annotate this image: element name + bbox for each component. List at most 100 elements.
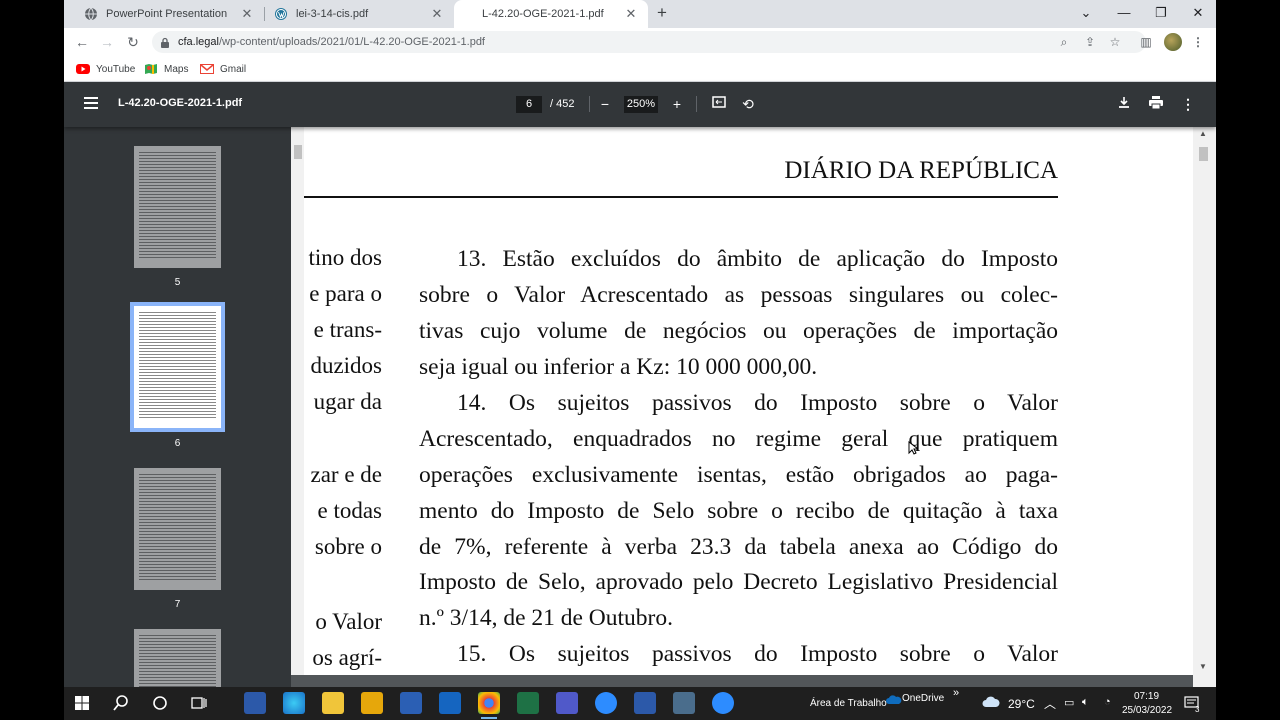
thumbnail-page[interactable] [134,146,221,268]
vertical-scrollbar[interactable]: ▲ ▼ [1193,127,1216,687]
close-tab-icon[interactable]: ✕ [430,7,444,21]
side-panel-icon[interactable]: ▥ [1138,34,1154,50]
thumbnail-page[interactable] [134,629,221,687]
left-column-line: e trans- [313,317,382,342]
tab-lei-pdf[interactable]: lei-3-14-cis.pdf ✕ [260,0,454,28]
vertical-scroll-thumb[interactable] [1199,147,1208,161]
app-v10-icon[interactable] [244,692,266,714]
pdf-toolbar: L-42.20-OGE-2021-1.pdf 6 / 452 − 250% + … [64,82,1216,127]
bookmark-maps[interactable]: Maps [144,61,188,77]
header-rule [304,196,1058,198]
toolbar-divider [696,96,697,112]
weather-cloud-icon[interactable] [982,695,1000,709]
forward-icon[interactable]: → [97,32,117,52]
address-host: cfa.legal [178,36,219,48]
minimize-button[interactable]: — [1106,0,1142,28]
lock-icon [161,37,169,48]
store-icon[interactable] [361,692,383,714]
page-number-input[interactable]: 6 [516,96,542,113]
onedrive-label: OneDrive [902,693,945,704]
thumbnail-page-selected[interactable] [130,302,225,432]
onedrive-icon[interactable] [886,695,902,705]
close-tab-icon[interactable]: ✕ [240,7,254,21]
bookmark-star-icon[interactable]: ☆ [1107,34,1123,50]
zoom-meeting-icon[interactable] [712,692,734,714]
thumbnail-label: 5 [174,277,181,288]
left-column-line: e para o [309,281,382,306]
bookmark-label: Gmail [220,63,247,75]
close-window-button[interactable]: ✕ [1180,0,1216,28]
paragraph-line: 14. Os sujeitos passivos do Imposto sobr… [457,390,1058,416]
paragraph-line: Acrescentado, enquadrados no regime gera… [419,426,1058,452]
pdf-filename: L-42.20-OGE-2021-1.pdf [118,97,243,109]
zoom-app-icon[interactable] [595,692,617,714]
profile-avatar[interactable] [1164,33,1182,51]
rotate-icon[interactable]: ⟲ [738,94,758,114]
download-icon[interactable] [1114,94,1134,114]
browser-toolbar: ← → ↻ cfa.legal/wp-content/uploads/2021/… [64,28,1216,56]
scroll-up-icon[interactable]: ▲ [1199,129,1207,138]
clock-date[interactable]: 25/03/2022 [1122,705,1172,716]
scroll-down-icon[interactable]: ▼ [1199,662,1207,671]
edge-icon[interactable] [283,692,305,714]
windows-start-icon[interactable] [72,692,92,714]
overflow-chevron-icon[interactable]: » [953,687,959,699]
paragraph-line: de 7%, referente à verba 23.3 da tabela … [419,534,1058,560]
wifi-icon[interactable]: ◔ [1104,696,1111,708]
paragraph-line: sobre o Valor Acrescentado as pessoas si… [419,282,1058,308]
tab-active-pdf[interactable]: L-42.20-OGE-2021-1.pdf ✕ [454,0,648,28]
snipping-tool-icon[interactable] [673,692,695,714]
address-bar[interactable]: cfa.legal/wp-content/uploads/2021/01/L-4… [152,31,1146,53]
zoom-in-icon[interactable]: + [667,94,687,114]
battery-icon[interactable]: ▭ [1064,696,1074,709]
maps-icon [145,64,157,74]
print-icon[interactable] [1146,94,1166,114]
toolbar-divider [589,96,590,112]
outlook-icon[interactable] [439,692,461,714]
youtube-icon [76,64,90,74]
zoom-level-input[interactable]: 250% [624,96,658,113]
reload-icon[interactable]: ↻ [123,32,143,52]
paragraph-line: mento do Imposto de Selo sobre o recibo … [419,498,1058,524]
document-viewport[interactable]: DIÁRIO DA REPÚBLICA tino dos e para o e … [291,127,1216,687]
restore-button[interactable]: ❐ [1143,0,1179,28]
paragraph-line: Imposto de Selo, aprovado pelo Decreto L… [419,569,1058,595]
left-column-line: tino dos [308,245,382,270]
chrome-menu-icon[interactable]: ⋮ [1190,34,1206,50]
share-icon[interactable]: ⇪ [1082,34,1098,50]
clock-time[interactable]: 07:19 [1134,691,1159,702]
tab-search-chevron-icon[interactable]: ⌄ [1068,0,1104,28]
bookmark-label: Maps [164,63,189,75]
hamburger-menu-icon[interactable] [84,97,98,111]
screen: PowerPoint Presentation ✕ lei-3-14-cis.p… [0,0,1280,720]
address-path: /wp-content/uploads/2021/01/L-42.20-OGE-… [218,36,485,48]
cortana-icon[interactable] [150,692,170,714]
app-v10-secondary-icon[interactable] [634,692,656,714]
back-icon[interactable]: ← [72,32,92,52]
chrome-icon[interactable] [478,692,500,719]
fit-page-icon[interactable] [709,94,729,114]
thumbnail-page[interactable] [134,468,221,590]
browser-window: PowerPoint Presentation ✕ lei-3-14-cis.p… [64,0,1216,687]
task-view-icon[interactable] [189,692,209,714]
teams-icon[interactable] [556,692,578,714]
left-column-line: o Valor [315,609,382,634]
zoom-out-icon[interactable]: − [595,94,615,114]
tab-powerpoint[interactable]: PowerPoint Presentation ✕ [70,0,264,28]
word-icon[interactable] [400,692,422,714]
bookmark-youtube[interactable]: YouTube [76,61,135,77]
new-tab-button[interactable]: + [652,3,672,23]
search-icon[interactable] [111,692,131,714]
more-actions-icon[interactable]: ⋮ [1178,94,1198,114]
close-tab-icon[interactable]: ✕ [624,7,638,21]
paragraph-line: 15. Os sujeitos passivos do Imposto sobr… [457,641,1058,667]
excel-icon[interactable] [517,692,539,714]
volume-icon[interactable]: 🔈︎ [1082,696,1089,709]
desktop-label[interactable]: Área de Trabalho [810,698,887,709]
zoom-magnifier-icon[interactable]: ⌕ [1056,34,1072,50]
notification-count: 3 [1195,705,1200,714]
bookmark-gmail[interactable]: Gmail [200,61,246,77]
thumbnail-sidebar: 5 6 7 [64,127,291,687]
file-explorer-icon[interactable] [322,692,344,714]
tray-up-icon[interactable]: ︿ [1044,695,1056,712]
